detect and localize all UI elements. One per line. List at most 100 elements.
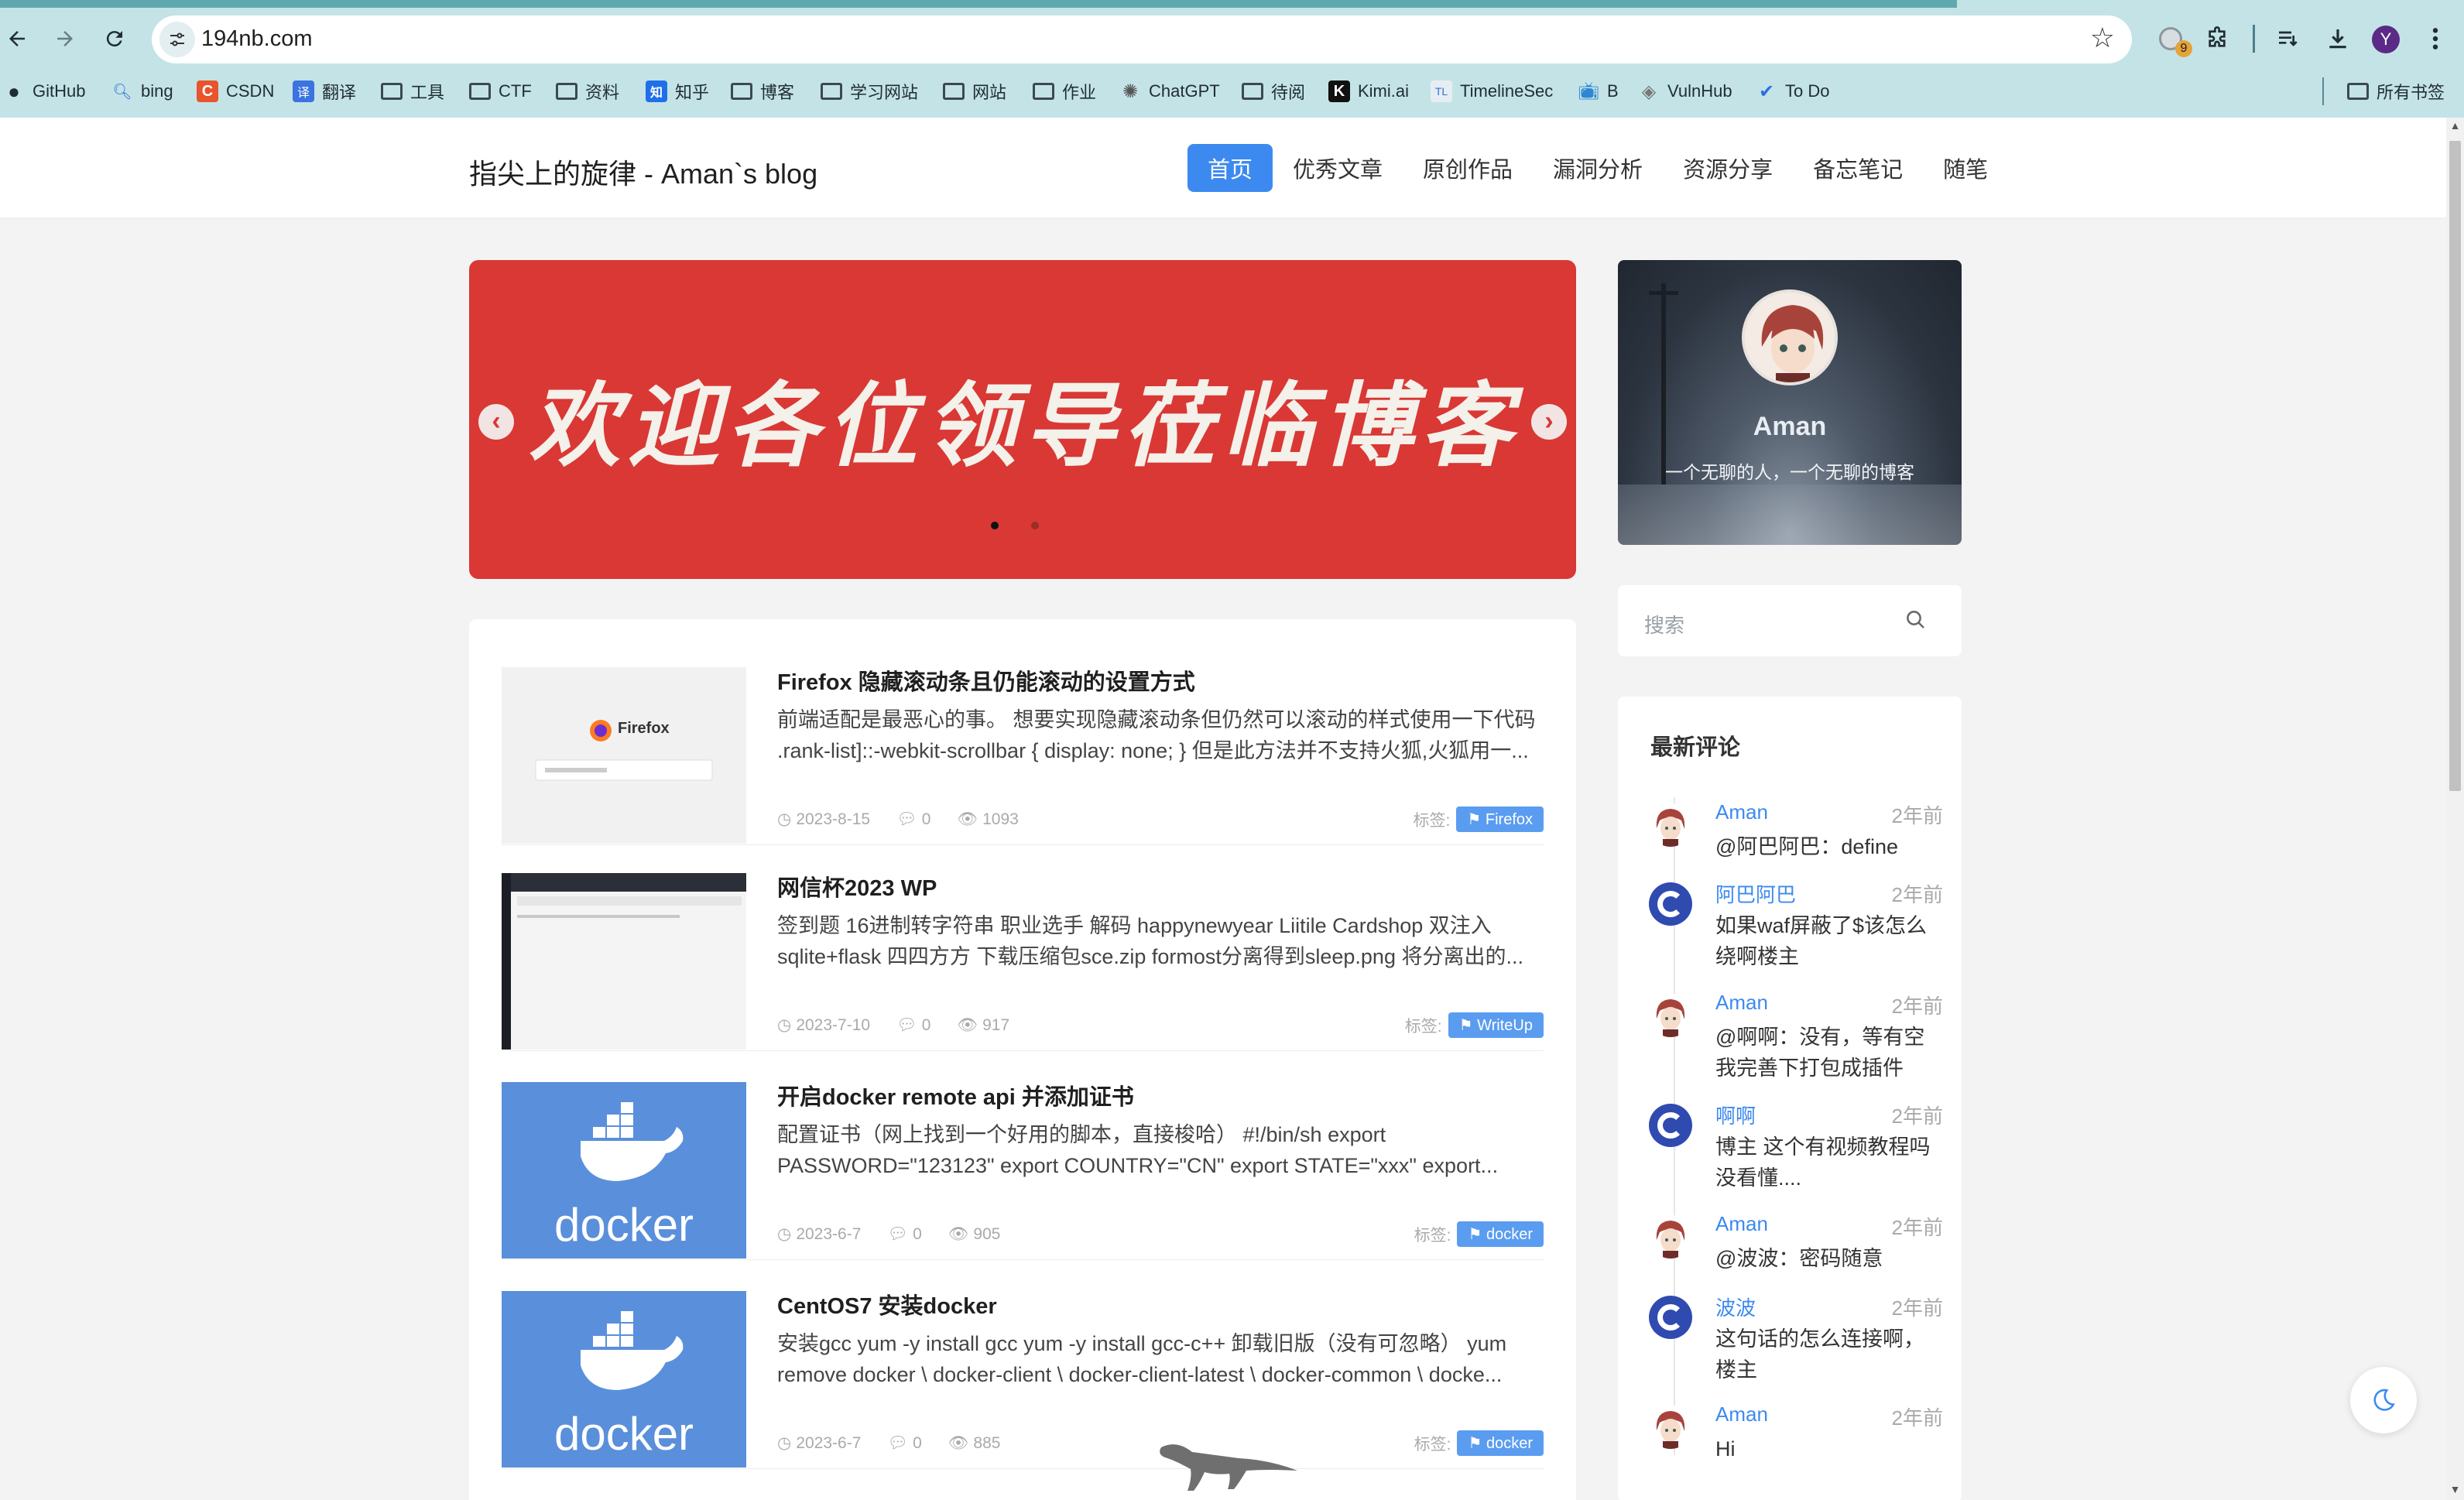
nav-notes[interactable]: 备忘笔记 <box>1793 144 1923 192</box>
scroll-down-arrow-icon[interactable]: ▼ <box>2449 1483 2461 1497</box>
carousel-next-button[interactable]: › <box>1531 404 1567 440</box>
search-icon[interactable] <box>1904 608 1928 632</box>
dark-mode-toggle[interactable] <box>2350 1367 2417 1433</box>
nav-resources[interactable]: 资源分享 <box>1663 144 1793 192</box>
comment-item[interactable]: Aman 2年前 @波波：密码随意 <box>1649 1212 1943 1277</box>
comment-user[interactable]: 啊啊 <box>1715 1101 1756 1129</box>
comment-item[interactable]: 啊啊 2年前 博主 这个有视频教程吗 没看懂.... <box>1649 1104 1943 1197</box>
profile-avatar[interactable] <box>1742 289 1838 385</box>
bookmark-label: TimelineSec <box>1460 81 1554 101</box>
reading-list-icon[interactable] <box>2271 22 2305 56</box>
bookmark-folder-blog[interactable]: 博客 <box>731 74 794 108</box>
tag-text: docker <box>1486 1226 1533 1243</box>
thumbnail-firefox-label: Firefox <box>618 720 670 737</box>
chatgpt-icon: ✺ <box>1122 80 1139 102</box>
url-text[interactable]: 194nb.com <box>201 26 313 52</box>
article-date: ◷ 2023-8-15 <box>777 810 870 829</box>
page-scrollbar[interactable]: ▲ ▼ <box>2446 118 2464 1500</box>
comment-item[interactable]: 波波 2年前 这句话的怎么连接啊，楼主 <box>1649 1296 1943 1389</box>
excerpt-line: remove docker \ docker-client \ docker-c… <box>777 1363 1503 1386</box>
article-title[interactable]: CentOS7 安装docker <box>777 1288 997 1320</box>
bookmark-folder-sites[interactable]: 网站 <box>943 74 1006 108</box>
carousel-prev-button[interactable]: ‹ <box>478 404 514 440</box>
article-thumbnail[interactable]: Firefox <box>502 667 746 844</box>
comment-user[interactable]: Aman <box>1715 800 1768 824</box>
bookmark-translate[interactable]: 译 翻译 <box>293 74 356 108</box>
article-item[interactable]: docker CentOS7 安装docker 安装gcc yum -y ins… <box>502 1279 1544 1469</box>
bookmark-folder-homework[interactable]: 作业 <box>1033 74 1096 108</box>
bookmark-github[interactable]: ● GitHub <box>3 74 85 108</box>
article-item[interactable]: Firefox Firefox 隐藏滚动条且仍能滚动的设置方式 前端适配是最恶心… <box>502 655 1544 845</box>
date-text: 2023-7-10 <box>796 1015 871 1034</box>
article-thumbnail[interactable]: docker <box>502 1291 746 1467</box>
forward-button[interactable] <box>48 22 82 56</box>
profile-avatar-button[interactable]: Y <box>2372 26 2400 53</box>
bookmark-folder-toread[interactable]: 待阅 <box>1242 74 1305 108</box>
article-thumbnail[interactable] <box>502 873 746 1050</box>
article-title[interactable]: Firefox 隐藏滚动条且仍能滚动的设置方式 <box>777 664 1195 697</box>
tag-badge[interactable]: ⚑ Firefox <box>1456 807 1544 832</box>
scroll-up-arrow-icon[interactable]: ▲ <box>2449 119 2461 133</box>
bookmark-csdn[interactable]: C CSDN <box>197 74 274 108</box>
kebab-menu-icon[interactable] <box>2418 22 2452 56</box>
bookmark-kimi[interactable]: K Kimi.ai <box>1328 74 1409 108</box>
comment-item[interactable]: Aman 2年前 @啊啊：没有，等有空我完善下打包成插件 <box>1649 991 1943 1087</box>
site-logo[interactable]: 指尖上的旋律 - Aman`s blog <box>469 152 817 192</box>
bookmark-bing[interactable]: 🔍︎ bing <box>111 74 173 108</box>
comment-user[interactable]: Aman <box>1715 1402 1768 1426</box>
bookmark-zhihu[interactable]: 知 知乎 <box>646 74 709 108</box>
reload-button[interactable] <box>98 22 132 56</box>
nav-essays[interactable]: 随笔 <box>1923 144 2008 192</box>
dinosaur-decoration <box>1160 1444 1297 1491</box>
banner-carousel[interactable]: 欢迎各位领导莅临博客 ‹ › <box>469 260 1576 579</box>
article-title[interactable]: 网信杯2023 WP <box>777 870 937 902</box>
bookmark-folder-materials[interactable]: 资料 <box>556 74 619 108</box>
article-item[interactable]: docker 开启docker remote api 并添加证书 配置证书（网上… <box>502 1070 1544 1260</box>
download-icon[interactable] <box>2321 22 2355 56</box>
comment-time: 2年前 <box>1891 1296 1943 1320</box>
bookmark-folder-tools[interactable]: 工具 <box>381 74 444 108</box>
article-title[interactable]: 开启docker remote api 并添加证书 <box>777 1079 1134 1111</box>
scrollbar-thumb[interactable] <box>2449 141 2461 791</box>
bookmark-label: 资料 <box>585 83 620 102</box>
article-excerpt: 配置证书（网上找到一个好用的脚本，直接梭哈） #!/bin/sh export … <box>777 1119 1544 1181</box>
tag-badge[interactable]: ⚑ docker <box>1457 1221 1544 1247</box>
bookmark-vulnhub[interactable]: ◈ VulnHub <box>1638 74 1732 108</box>
extension-icon[interactable]: 9 <box>2154 22 2192 57</box>
carousel-dot-active[interactable] <box>991 522 999 529</box>
comment-item[interactable]: Aman 2年前 Hi <box>1649 1402 1943 1467</box>
nav-original[interactable]: 原创作品 <box>1403 144 1533 192</box>
comment-user[interactable]: Aman <box>1715 991 1768 1015</box>
bookmark-bilibili[interactable]: 📺︎ B <box>1578 74 1619 108</box>
nav-featured[interactable]: 优秀文章 <box>1273 144 1403 192</box>
bookmark-star-icon[interactable]: ☆ <box>2090 22 2115 54</box>
comment-user[interactable]: 波波 <box>1715 1293 1756 1321</box>
bookmark-timelinesec[interactable]: TL TimelineSec <box>1431 74 1553 108</box>
bookmark-folder-ctf[interactable]: CTF <box>469 74 532 108</box>
tag-badge[interactable]: ⚑ WriteUp <box>1448 1012 1544 1038</box>
comment-item[interactable]: Aman 2年前 @阿巴阿巴：define <box>1649 800 1943 865</box>
search-box[interactable]: 搜索 <box>1618 585 1962 656</box>
nav-vulnerability[interactable]: 漏洞分析 <box>1533 144 1663 192</box>
search-input[interactable]: 搜索 <box>1644 610 1684 639</box>
bookmark-all-bookmarks[interactable]: 所有书签 <box>2347 74 2445 108</box>
bookmark-todo[interactable]: ✔ To Do <box>1756 74 1830 108</box>
carousel-dot[interactable] <box>1031 522 1039 529</box>
nav-home[interactable]: 首页 <box>1187 144 1273 192</box>
tag-badge[interactable]: ⚑ docker <box>1457 1430 1544 1456</box>
site-info-icon[interactable] <box>159 22 195 57</box>
article-thumbnail[interactable]: docker <box>502 1082 746 1259</box>
back-button[interactable] <box>0 22 34 56</box>
comment-item[interactable]: 阿巴阿巴 2年前 如果waf屏蔽了$该怎么绕啊楼主 <box>1649 882 1943 975</box>
extensions-puzzle-icon[interactable] <box>2200 22 2234 56</box>
address-bar[interactable]: 194nb.com ☆ <box>152 15 2132 63</box>
comment-text: Hi <box>1715 1437 1736 1461</box>
tag-text: docker <box>1486 1435 1533 1452</box>
comment-user[interactable]: Aman <box>1715 1212 1768 1236</box>
bookmark-chatgpt[interactable]: ✺ ChatGPT <box>1119 74 1220 108</box>
comment-user[interactable]: 阿巴阿巴 <box>1715 879 1796 908</box>
bookmark-label: 博客 <box>760 83 795 102</box>
c-logo-icon <box>1649 1296 1692 1339</box>
article-item[interactable]: 网信杯2023 WP 签到题 16进制转字符串 职业选手 解码 happynew… <box>502 861 1544 1051</box>
bookmark-folder-study[interactable]: 学习网站 <box>821 74 918 108</box>
